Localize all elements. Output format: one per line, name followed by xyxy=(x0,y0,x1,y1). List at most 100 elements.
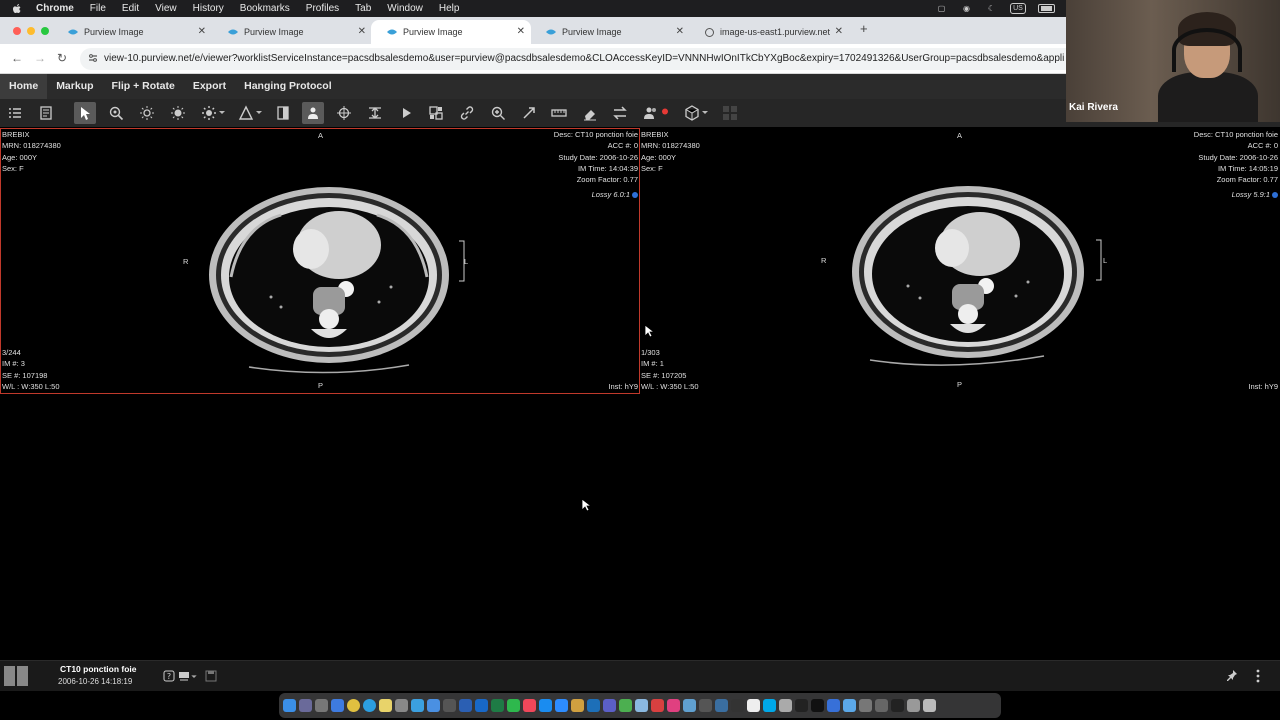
terminal-window-icon[interactable] xyxy=(891,699,904,712)
downloads-icon[interactable] xyxy=(907,699,920,712)
quicktime-icon[interactable] xyxy=(715,699,728,712)
browser-tab[interactable]: Purview Image ✕ xyxy=(52,20,212,44)
notion-icon[interactable] xyxy=(699,699,712,712)
magnify-icon[interactable] xyxy=(105,102,127,124)
menu-bookmarks[interactable]: Bookmarks xyxy=(240,3,290,14)
preview-icon[interactable] xyxy=(683,699,696,712)
layout-grid-icon[interactable] xyxy=(425,102,447,124)
forward-arrow-icon[interactable]: → xyxy=(34,51,46,65)
tab-home[interactable]: Home xyxy=(0,74,48,99)
ct-chest-axial-image[interactable] xyxy=(191,137,471,377)
new-tab-icon[interactable]: + xyxy=(860,21,868,36)
report-document-icon[interactable] xyxy=(35,102,57,124)
dropdown-caret-icon[interactable] xyxy=(190,670,198,682)
menu-file[interactable]: File xyxy=(90,3,106,14)
swap-arrows-icon[interactable] xyxy=(609,102,631,124)
browser-tab[interactable]: Purview Image ✕ xyxy=(212,20,372,44)
window-preset-icon[interactable] xyxy=(198,102,225,124)
menu-edit[interactable]: Edit xyxy=(122,3,139,14)
notes-icon[interactable] xyxy=(379,699,392,712)
screen-record-icon[interactable]: ▢ xyxy=(935,2,948,14)
vpn-icon[interactable]: ◉ xyxy=(960,2,973,14)
menu-tab[interactable]: Tab xyxy=(355,3,371,14)
tab-close-icon[interactable]: ✕ xyxy=(358,26,366,37)
more-options-icon[interactable] xyxy=(1255,669,1261,683)
save-disk-icon[interactable] xyxy=(205,670,217,682)
ruler-measure-icon[interactable] xyxy=(548,102,570,124)
3d-cube-icon[interactable] xyxy=(681,102,708,124)
cloud-icon[interactable] xyxy=(635,699,648,712)
list-icon[interactable] xyxy=(4,102,26,124)
browser-tab-active[interactable]: Purview Image ✕ xyxy=(371,20,531,44)
series-menu-icon[interactable] xyxy=(178,670,190,682)
pin-icon[interactable] xyxy=(1226,669,1238,681)
image-viewport[interactable]: BREBIX MRN: 018274380 Age: 000Y Sex: F D… xyxy=(640,128,1280,394)
google-icon[interactable] xyxy=(747,699,760,712)
outlook-icon[interactable] xyxy=(475,699,488,712)
link-sync-icon[interactable] xyxy=(456,102,478,124)
tab-export[interactable]: Export xyxy=(184,74,235,99)
viewport-layout-icon[interactable] xyxy=(719,102,741,124)
photos-icon[interactable] xyxy=(571,699,584,712)
back-arrow-icon[interactable]: ← xyxy=(11,51,23,65)
safari-icon[interactable] xyxy=(363,699,376,712)
music-icon[interactable] xyxy=(523,699,536,712)
tab-close-icon[interactable]: ✕ xyxy=(198,26,206,37)
screenshot-icon[interactable] xyxy=(875,699,888,712)
appstore-icon[interactable] xyxy=(539,699,552,712)
invert-icon[interactable] xyxy=(272,102,294,124)
activity-monitor-icon[interactable] xyxy=(795,699,808,712)
menu-history[interactable]: History xyxy=(193,3,224,14)
menu-help[interactable]: Help xyxy=(439,3,460,14)
site-settings-icon[interactable] xyxy=(88,53,98,63)
address-bar[interactable]: view-10.purview.net/e/viewer?worklistSer… xyxy=(80,48,1080,70)
window-zoom-button[interactable] xyxy=(41,27,49,35)
reference-lines-icon[interactable] xyxy=(364,102,386,124)
brightness-icon[interactable] xyxy=(136,102,158,124)
folder-icon[interactable] xyxy=(843,699,856,712)
finder-icon[interactable] xyxy=(283,699,296,712)
cine-play-icon[interactable] xyxy=(395,102,417,124)
maps-icon[interactable] xyxy=(619,699,632,712)
window-level-icon[interactable] xyxy=(167,102,189,124)
skype-icon[interactable] xyxy=(763,699,776,712)
series-thumbnail-icon[interactable] xyxy=(4,666,28,686)
arrow-annotation-icon[interactable] xyxy=(518,102,540,124)
trash-icon[interactable] xyxy=(923,699,936,712)
window-close-button[interactable] xyxy=(13,27,21,35)
facetime-icon[interactable] xyxy=(507,699,520,712)
zoom-in-icon[interactable] xyxy=(487,102,509,124)
pointer-select-icon[interactable] xyxy=(74,102,96,124)
annotation-shape-icon[interactable] xyxy=(235,102,262,124)
excel-icon[interactable] xyxy=(491,699,504,712)
calculator-icon[interactable] xyxy=(315,699,328,712)
chrome-icon[interactable] xyxy=(347,699,360,712)
books-icon[interactable] xyxy=(443,699,456,712)
teams-icon[interactable] xyxy=(603,699,616,712)
moon-icon[interactable]: ☾ xyxy=(985,2,998,14)
tab-flip-rotate[interactable]: Flip + Rotate xyxy=(103,74,184,99)
menu-app-name[interactable]: Chrome xyxy=(36,3,74,14)
ct-chest-axial-image[interactable] xyxy=(830,136,1110,376)
launchpad-icon[interactable] xyxy=(299,699,312,712)
word-icon[interactable] xyxy=(459,699,472,712)
crosshair-icon[interactable] xyxy=(333,102,355,124)
terminal-icon[interactable] xyxy=(811,699,824,712)
script-editor-icon[interactable] xyxy=(859,699,872,712)
help-viewer-icon[interactable] xyxy=(779,699,792,712)
tab-hanging-protocol[interactable]: Hanging Protocol xyxy=(235,74,341,99)
browser-tab[interactable]: Purview Image ✕ xyxy=(530,20,690,44)
tab-close-icon[interactable]: ✕ xyxy=(517,26,525,37)
vscode-icon[interactable] xyxy=(587,699,600,712)
settings-icon[interactable] xyxy=(395,699,408,712)
help-icon[interactable]: ? xyxy=(163,670,175,682)
tab-close-icon[interactable]: ✕ xyxy=(676,26,684,37)
url-text[interactable]: view-10.purview.net/e/viewer?worklistSer… xyxy=(104,53,1064,64)
battery-icon[interactable] xyxy=(1038,3,1055,13)
slack-icon[interactable] xyxy=(667,699,680,712)
keynote-icon[interactable] xyxy=(827,699,840,712)
zoom-app-icon[interactable] xyxy=(555,699,568,712)
weather-icon[interactable] xyxy=(411,699,424,712)
window-minimize-button[interactable] xyxy=(27,27,35,35)
video-record-icon[interactable] xyxy=(651,699,664,712)
